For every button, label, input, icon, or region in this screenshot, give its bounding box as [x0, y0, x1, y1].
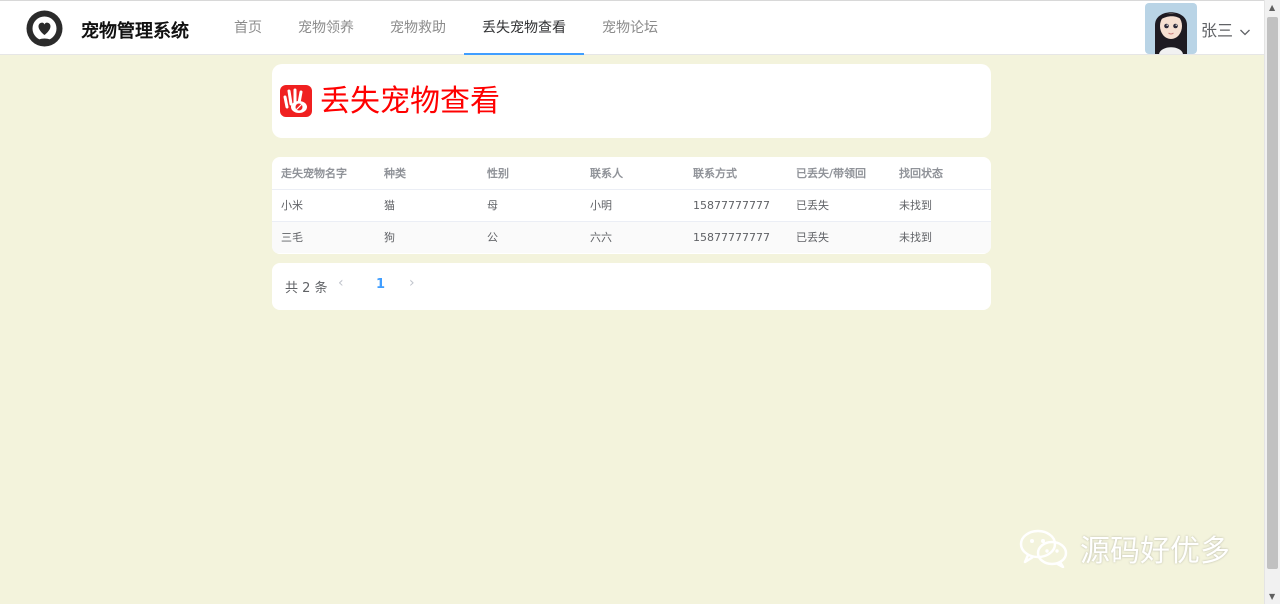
col-header-contact-info[interactable]: 联系方式 [684, 157, 787, 190]
main-nav: 首页 宠物领养 宠物救助 丢失宠物查看 宠物论坛 [216, 1, 676, 55]
chevron-down-icon[interactable] [1239, 23, 1251, 35]
avatar[interactable] [1145, 3, 1197, 54]
nav-lost-pets[interactable]: 丢失宠物查看 [464, 1, 584, 55]
cell-lost-status: 已丢失 [787, 189, 890, 222]
cell-sex: 公 [478, 221, 581, 253]
pagination: 共 2 条 ‹ 1 › [272, 263, 991, 310]
cell-contact-info: 15877777777 [684, 221, 787, 253]
col-header-sex[interactable]: 性别 [478, 157, 581, 190]
cell-pet-name: 三毛 [272, 221, 375, 253]
watermark: 源码好优多 [1018, 526, 1230, 570]
pagination-page-1[interactable]: 1 [376, 277, 385, 292]
col-header-pet-name[interactable]: 走失宠物名字 [272, 157, 375, 190]
col-header-recovery-status[interactable]: 找回状态 [890, 157, 991, 190]
scrollbar-thumb[interactable] [1267, 17, 1278, 569]
user-name[interactable]: 张三 [1201, 17, 1233, 41]
page-title-card: 丢失宠物查看 [272, 64, 991, 138]
cell-lost-status: 已丢失 [787, 221, 890, 253]
cell-species: 猫 [375, 189, 478, 222]
top-navbar: 宠物管理系统 首页 宠物领养 宠物救助 丢失宠物查看 宠物论坛 张三 [0, 0, 1264, 55]
page-scrollbar[interactable]: ▲ ▼ [1264, 0, 1280, 604]
nav-pet-adoption[interactable]: 宠物领养 [280, 1, 372, 55]
col-header-species[interactable]: 种类 [375, 157, 478, 190]
cell-recovery-status: 未找到 [890, 221, 991, 253]
user-menu[interactable]: 张三 [1145, 3, 1251, 54]
cell-species: 狗 [375, 221, 478, 253]
table-row[interactable]: 小米 猫 母 小明 15877777777 已丢失 未找到 [272, 189, 991, 222]
cell-contact-person: 小明 [581, 189, 684, 222]
cell-recovery-status: 未找到 [890, 189, 991, 222]
lost-pets-table-card: 走失宠物名字 种类 性别 联系人 联系方式 已丢失/带领回 找回状态 小米 猫 … [272, 157, 991, 254]
nav-home[interactable]: 首页 [216, 1, 280, 55]
app-title: 宠物管理系统 [81, 21, 189, 42]
col-header-contact-person[interactable]: 联系人 [581, 157, 684, 190]
cell-contact-person: 六六 [581, 221, 684, 253]
paw-hand-icon [280, 85, 312, 117]
pagination-total: 共 2 条 [285, 281, 328, 296]
col-header-lost-status[interactable]: 已丢失/带领回 [787, 157, 890, 190]
nav-pet-rescue[interactable]: 宠物救助 [372, 1, 464, 55]
heart-person-icon[interactable] [26, 10, 63, 47]
watermark-text: 源码好优多 [1080, 534, 1230, 569]
wechat-icon [1018, 528, 1070, 569]
lost-pets-table: 走失宠物名字 种类 性别 联系人 联系方式 已丢失/带领回 找回状态 小米 猫 … [272, 157, 991, 253]
nav-pet-forum[interactable]: 宠物论坛 [584, 1, 676, 55]
scroll-down-arrow-icon[interactable]: ▼ [1269, 592, 1275, 601]
scroll-up-arrow-icon[interactable]: ▲ [1269, 3, 1275, 12]
page-title: 丢失宠物查看 [320, 84, 500, 119]
table-header-row: 走失宠物名字 种类 性别 联系人 联系方式 已丢失/带领回 找回状态 [272, 157, 991, 190]
cell-pet-name: 小米 [272, 189, 375, 222]
cell-sex: 母 [478, 189, 581, 222]
pagination-prev-button[interactable]: ‹ [338, 275, 344, 291]
table-row[interactable]: 三毛 狗 公 六六 15877777777 已丢失 未找到 [272, 221, 991, 253]
pagination-next-button[interactable]: › [409, 275, 415, 291]
cell-contact-info: 15877777777 [684, 189, 787, 222]
